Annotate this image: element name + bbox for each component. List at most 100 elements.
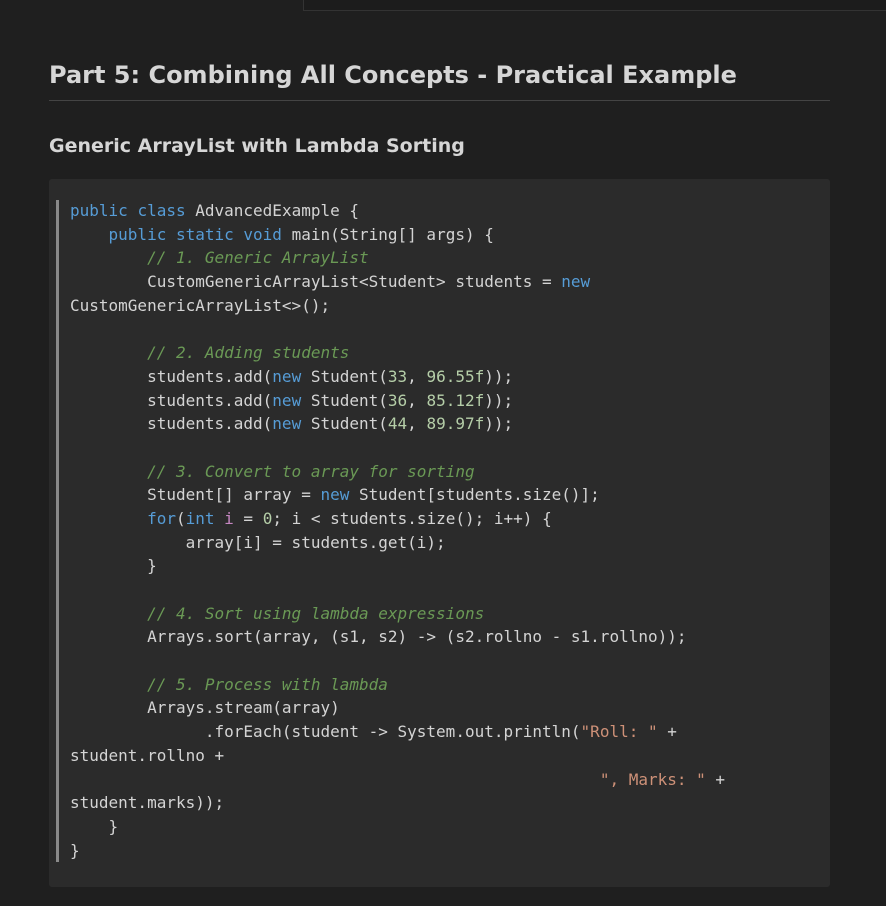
code-line: // 5. Process with lambda	[70, 673, 725, 697]
code-line: }	[70, 554, 725, 578]
code-text: Arrays.stream(array)	[70, 698, 340, 718]
keyword-token: int	[185, 508, 215, 528]
code-line: CustomGenericArrayList<Student> students…	[70, 270, 725, 294]
code-line: students.add(new Student(33, 96.55f));	[70, 365, 725, 389]
keyword-token: for	[147, 508, 176, 528]
number-token: 33	[387, 366, 408, 386]
code-text: CustomGenericArrayList<>();	[70, 295, 331, 315]
code-text: +	[657, 722, 677, 742]
number-token: 36	[387, 390, 408, 410]
keyword-token: new	[320, 485, 350, 505]
code-text: ));	[484, 366, 514, 386]
code-line: student.rollno +	[70, 744, 725, 768]
code-line: }	[70, 839, 725, 863]
code-text: }	[70, 816, 119, 836]
code-text: (	[175, 508, 186, 528]
keyword-token: class	[137, 201, 186, 220]
code-line: CustomGenericArrayList<>();	[70, 294, 725, 318]
code-text: Student(	[301, 366, 388, 386]
comment-token: // 4. Sort using lambda expressions	[147, 603, 485, 623]
keyword-token: public	[70, 201, 128, 220]
code-line: students.add(new Student(44, 89.97f));	[70, 412, 725, 436]
code-line: for(int i = 0; i < students.size(); i++)…	[70, 507, 725, 531]
variable-token: i	[224, 508, 234, 528]
code-line: student.marks));	[70, 791, 725, 815]
code-text: students.add(	[70, 414, 273, 434]
code-text: ));	[484, 414, 514, 434]
code-line: // 2. Adding students	[70, 341, 725, 365]
keyword-token: void	[243, 224, 282, 244]
keyword-token: new	[272, 390, 302, 410]
code-text: ,	[407, 366, 427, 386]
code-line: array[i] = students.get(i);	[70, 531, 725, 555]
code-line: public static void main(String[] args) {	[70, 223, 725, 247]
code-line: // 1. Generic ArrayList	[70, 246, 725, 270]
code-line: Student[] array = new Student[students.s…	[70, 483, 725, 507]
comment-token: // 3. Convert to array for sorting	[147, 461, 475, 481]
code-text: +	[705, 769, 726, 789]
keyword-token: static	[175, 224, 234, 244]
top-panel-edge	[303, 0, 886, 11]
code-text: students.add(	[70, 366, 273, 386]
code-text: .forEach(student -> System.out.println(	[70, 722, 581, 742]
code-text: student.rollno +	[70, 745, 225, 765]
code-text: student.marks));	[70, 793, 225, 813]
code-text: Arrays.sort(array, (s1, s2) -> (s2.rolln…	[70, 627, 687, 647]
code-line: }	[70, 815, 725, 839]
code-line: // 3. Convert to array for sorting	[70, 460, 725, 484]
comment-token: // 1. Generic ArrayList	[147, 248, 369, 268]
code-text: ,	[407, 390, 427, 410]
code-text: }	[70, 556, 157, 576]
code-text: students.add(	[70, 390, 273, 410]
code-line: // 4. Sort using lambda expressions	[70, 602, 725, 626]
code-text: Student(	[301, 390, 388, 410]
code-text: }	[70, 840, 80, 860]
string-token: "Roll: "	[580, 722, 658, 742]
number-token: 0	[262, 508, 273, 528]
keyword-token: public	[108, 224, 167, 244]
code-text: =	[233, 508, 263, 528]
section-title: Part 5: Combining All Concepts - Practic…	[49, 58, 830, 101]
number-token: 96.55f	[426, 366, 485, 386]
code-block[interactable]: public class AdvancedExample { public st…	[49, 179, 830, 887]
number-token: 85.12f	[426, 390, 485, 410]
string-token: ", Marks: "	[599, 769, 706, 789]
code-text: Student[students.size()];	[349, 485, 600, 505]
code-line: students.add(new Student(36, 85.12f));	[70, 389, 725, 413]
code-text: ,	[407, 414, 427, 434]
code-line: ", Marks: " +	[70, 768, 725, 792]
code-line: .forEach(student -> System.out.println("…	[70, 720, 725, 744]
number-token: 89.97f	[426, 414, 485, 434]
code-text: CustomGenericArrayList<Student> students…	[70, 272, 562, 292]
code-text: main(String[] args) {	[281, 224, 494, 244]
code-text: Student[] array =	[70, 485, 321, 505]
number-token: 44	[387, 414, 408, 434]
keyword-token: new	[272, 414, 302, 434]
subsection-title: Generic ArrayList with Lambda Sorting	[49, 135, 465, 157]
code-line: Arrays.stream(array)	[70, 696, 725, 720]
keyword-token: new	[272, 366, 302, 386]
code-text: ; i < students.size(); i++) {	[272, 508, 552, 528]
code-text: array[i] = students.get(i);	[70, 532, 446, 552]
comment-token: // 2. Adding students	[147, 343, 350, 363]
code-content[interactable]: public class AdvancedExample { public st…	[70, 199, 725, 862]
comment-token: // 5. Process with lambda	[147, 674, 388, 694]
code-text: Student(	[301, 414, 388, 434]
code-text: ));	[484, 390, 514, 410]
code-line: public class AdvancedExample {	[70, 199, 725, 223]
